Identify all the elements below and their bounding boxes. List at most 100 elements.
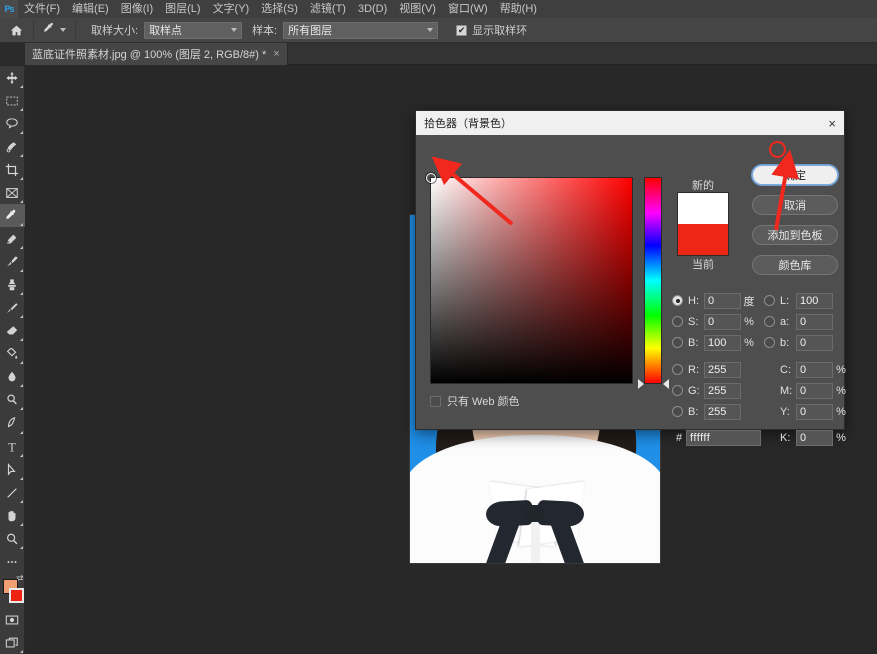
hsb-h-field[interactable]: H: 0 度 xyxy=(672,292,764,309)
k-input[interactable]: 0 xyxy=(796,429,833,446)
web-colors-only-checkbox[interactable]: 只有 Web 颜色 xyxy=(430,393,520,409)
radio-g[interactable] xyxy=(672,385,683,396)
menu-window[interactable]: 窗口(W) xyxy=(442,0,494,18)
chevron-down-icon[interactable] xyxy=(60,28,66,32)
menu-view[interactable]: 视图(V) xyxy=(393,0,442,18)
color-libraries-button[interactable]: 颜色库 xyxy=(752,255,838,275)
menu-image[interactable]: 图像(I) xyxy=(115,0,159,18)
rgb-b-field[interactable]: B: 255 xyxy=(672,403,764,420)
color-field-marker[interactable] xyxy=(426,173,436,183)
sample-select[interactable]: 所有图层 xyxy=(283,21,439,39)
sample-size-select[interactable]: 取样点 xyxy=(144,21,243,39)
hsb-b-field[interactable]: B: 100 % xyxy=(672,334,764,351)
rgb-b-input[interactable]: 255 xyxy=(704,403,741,420)
hex-input[interactable]: ffffff xyxy=(686,429,761,446)
rgb-g-field[interactable]: G: 255 xyxy=(672,382,764,399)
cmyk-k-field[interactable]: K: 0 % xyxy=(764,429,849,446)
rectangular-marquee-tool[interactable] xyxy=(0,89,25,112)
saturation-value-field[interactable] xyxy=(426,173,633,384)
hue-slider[interactable] xyxy=(644,177,662,384)
current-color-swatch[interactable] xyxy=(677,224,729,256)
r-input[interactable]: 255 xyxy=(704,361,741,378)
zoom-tool[interactable] xyxy=(0,527,25,550)
radio-h[interactable] xyxy=(672,295,683,306)
close-icon[interactable]: × xyxy=(273,48,279,60)
menu-type[interactable]: 文字(Y) xyxy=(207,0,256,18)
clone-stamp-tool[interactable] xyxy=(0,274,25,297)
add-to-swatches-button[interactable]: 添加到色板 xyxy=(752,225,838,245)
cmyk-y-field[interactable]: Y: 0 % xyxy=(764,403,849,420)
radio-lab-b[interactable] xyxy=(764,337,775,348)
lab-b-input[interactable]: 0 xyxy=(796,334,833,351)
hex-field[interactable]: # ffffff xyxy=(672,429,764,446)
background-color-swatch[interactable] xyxy=(8,588,24,604)
brush-tool[interactable] xyxy=(0,251,25,274)
ok-button[interactable]: 确定 xyxy=(752,165,838,185)
rgb-r-field[interactable]: R: 255 xyxy=(672,361,764,378)
s-input[interactable]: 0 xyxy=(704,313,741,330)
move-tool[interactable] xyxy=(0,66,25,89)
hue-slider-thumb-right[interactable] xyxy=(663,379,669,389)
menu-filter[interactable]: 滤镜(T) xyxy=(304,0,352,18)
y-input[interactable]: 0 xyxy=(796,403,833,420)
eraser-tool[interactable] xyxy=(0,320,25,343)
frame-tool[interactable] xyxy=(0,181,25,204)
line-shape-tool[interactable] xyxy=(0,481,25,504)
lasso-tool[interactable] xyxy=(0,112,25,135)
g-label: G: xyxy=(688,384,700,397)
eyedropper-tool[interactable] xyxy=(0,204,25,228)
new-color-swatch[interactable] xyxy=(677,192,729,224)
menu-edit[interactable]: 编辑(E) xyxy=(66,0,115,18)
type-tool[interactable]: T xyxy=(0,435,25,458)
h-input[interactable]: 0 xyxy=(704,292,741,309)
lab-l-input[interactable]: 100 xyxy=(796,292,833,309)
radio-lab-a[interactable] xyxy=(764,316,775,327)
hue-slider-thumb-left[interactable] xyxy=(638,379,644,389)
home-icon[interactable] xyxy=(4,20,28,41)
radio-r[interactable] xyxy=(672,364,683,375)
history-brush-tool[interactable] xyxy=(0,297,25,320)
menu-select[interactable]: 选择(S) xyxy=(255,0,304,18)
color-swatches[interactable]: ⇄ xyxy=(0,573,25,608)
lab-a-input[interactable]: 0 xyxy=(796,313,833,330)
g-input[interactable]: 255 xyxy=(704,382,741,399)
cancel-button[interactable]: 取消 xyxy=(752,195,838,215)
lab-b-field[interactable]: b: 0 xyxy=(764,334,833,351)
lab-a-field[interactable]: a: 0 xyxy=(764,313,833,330)
menu-layer[interactable]: 图层(L) xyxy=(159,0,206,18)
show-sampling-ring-checkbox[interactable]: ✔ 显示取样环 xyxy=(456,22,527,38)
web-colors-only-label: 只有 Web 颜色 xyxy=(447,396,520,408)
menu-file[interactable]: 文件(F) xyxy=(18,0,66,18)
radio-b[interactable] xyxy=(672,337,683,348)
spot-healing-tool[interactable] xyxy=(0,227,25,250)
cmyk-c-field[interactable]: C: 0 % xyxy=(764,361,849,378)
dodge-tool[interactable] xyxy=(0,389,25,412)
tool-preset-picker[interactable] xyxy=(39,22,70,39)
menu-3d[interactable]: 3D(D) xyxy=(352,0,393,18)
menu-help[interactable]: 帮助(H) xyxy=(494,0,543,18)
quick-selection-tool[interactable] xyxy=(0,135,25,158)
cmyk-m-field[interactable]: M: 0 % xyxy=(764,382,849,399)
m-input[interactable]: 0 xyxy=(796,382,833,399)
blur-tool[interactable] xyxy=(0,366,25,389)
close-icon[interactable]: × xyxy=(828,117,836,130)
radio-rgb-b[interactable] xyxy=(672,406,683,417)
edit-toolbar-button[interactable] xyxy=(0,550,25,573)
b-input[interactable]: 100 xyxy=(704,334,741,351)
radio-s[interactable] xyxy=(672,316,683,327)
crop-tool[interactable] xyxy=(0,158,25,181)
paint-bucket-tool[interactable] xyxy=(0,343,25,366)
radio-lab-l[interactable] xyxy=(764,295,775,306)
hsb-s-field[interactable]: S: 0 % xyxy=(672,313,764,330)
pen-tool[interactable] xyxy=(0,412,25,435)
lab-l-field[interactable]: L: 100 xyxy=(764,292,833,309)
document-tab[interactable]: 蓝底证件照素材.jpg @ 100% (图层 2, RGB/8#) * × xyxy=(25,43,288,65)
screen-mode-button[interactable] xyxy=(0,631,25,654)
hand-tool[interactable] xyxy=(0,504,25,527)
path-selection-tool[interactable] xyxy=(0,458,25,481)
c-input[interactable]: 0 xyxy=(796,361,833,378)
quick-mask-button[interactable] xyxy=(0,608,25,631)
dialog-body: 只有 Web 颜色 新的 当前 确定 取消 添加到色板 颜色库 H: 0 度 L… xyxy=(416,135,846,446)
dialog-title-bar[interactable]: 拾色器（背景色） × xyxy=(416,111,844,135)
color-picker-dialog[interactable]: 拾色器（背景色） × 只有 Web 颜色 新的 当前 确定 取消 添加到色板 颜… xyxy=(415,110,846,446)
